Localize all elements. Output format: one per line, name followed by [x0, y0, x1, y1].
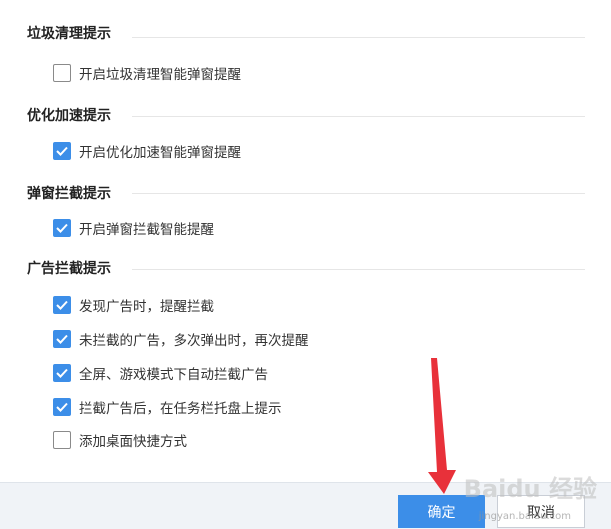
checkmark-icon [56, 146, 68, 156]
checkbox[interactable] [53, 296, 71, 314]
option-ad-repeat-remind[interactable]: 未拦截的广告，多次弹出时，再次提醒 [53, 329, 309, 349]
option-label: 开启弹窗拦截智能提醒 [79, 222, 214, 238]
checkbox[interactable] [53, 330, 71, 348]
option-fullscreen-auto-block[interactable]: 全屏、游戏模式下自动拦截广告 [53, 363, 268, 383]
checkmark-icon [56, 368, 68, 378]
section-title-popup-block: 弹窗拦截提示 [27, 186, 111, 202]
section-divider [132, 193, 585, 194]
checkmark-icon [56, 300, 68, 310]
option-ad-found-remind[interactable]: 发现广告时，提醒拦截 [53, 295, 214, 315]
baidu-watermark-url: jingyan.baidu.com [478, 511, 571, 522]
option-desktop-shortcut[interactable]: 添加桌面快捷方式 [53, 430, 187, 450]
option-label: 全屏、游戏模式下自动拦截广告 [79, 367, 268, 383]
section-divider [132, 37, 585, 38]
option-optimize-popup[interactable]: 开启优化加速智能弹窗提醒 [53, 141, 241, 161]
option-label: 未拦截的广告，多次弹出时，再次提醒 [79, 333, 309, 349]
checkmark-icon [56, 334, 68, 344]
option-label: 拦截广告后，在任务栏托盘上提示 [79, 401, 282, 417]
option-label: 添加桌面快捷方式 [79, 434, 187, 450]
option-label: 开启垃圾清理智能弹窗提醒 [79, 67, 241, 83]
checkmark-icon [56, 402, 68, 412]
section-divider [132, 269, 585, 270]
checkbox[interactable] [53, 219, 71, 237]
checkbox[interactable] [53, 142, 71, 160]
checkmark-icon [56, 223, 68, 233]
arrow-shape [428, 358, 456, 494]
option-junk-clean-popup[interactable]: 开启垃圾清理智能弹窗提醒 [53, 63, 241, 83]
section-title-junk-clean: 垃圾清理提示 [27, 26, 111, 42]
option-label: 发现广告时，提醒拦截 [79, 299, 214, 315]
option-tray-notify[interactable]: 拦截广告后，在任务栏托盘上提示 [53, 397, 282, 417]
section-divider [132, 116, 585, 117]
checkbox[interactable] [53, 431, 71, 449]
option-label: 开启优化加速智能弹窗提醒 [79, 145, 241, 161]
option-popup-block[interactable]: 开启弹窗拦截智能提醒 [53, 218, 214, 238]
checkbox[interactable] [53, 398, 71, 416]
checkbox[interactable] [53, 64, 71, 82]
section-title-optimize: 优化加速提示 [27, 108, 111, 124]
baidu-watermark: Baidu 经验 [463, 475, 597, 503]
checkbox[interactable] [53, 364, 71, 382]
section-title-ad-block: 广告拦截提示 [27, 261, 111, 277]
